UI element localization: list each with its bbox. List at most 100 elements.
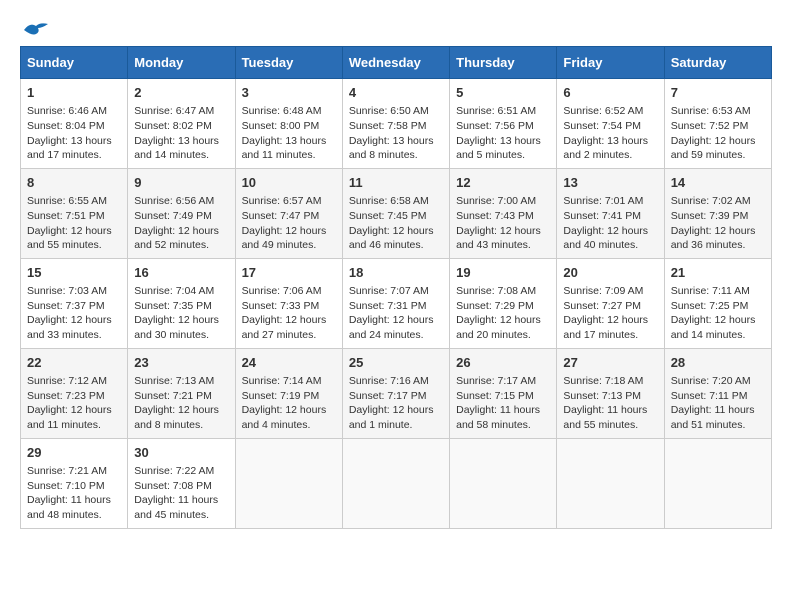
day-number: 9 [134, 174, 228, 192]
day-info: Sunrise: 7:11 AM Sunset: 7:25 PM Dayligh… [671, 284, 765, 343]
day-info: Sunrise: 7:16 AM Sunset: 7:17 PM Dayligh… [349, 374, 443, 433]
day-number: 13 [563, 174, 657, 192]
logo [20, 20, 50, 36]
day-cell: 2 Sunrise: 6:47 AM Sunset: 8:02 PM Daylig… [128, 79, 235, 169]
day-number: 26 [456, 354, 550, 372]
day-cell: 14 Sunrise: 7:02 AM Sunset: 7:39 PM Dayli… [664, 168, 771, 258]
col-header-saturday: Saturday [664, 47, 771, 79]
day-cell: 23 Sunrise: 7:13 AM Sunset: 7:21 PM Dayli… [128, 348, 235, 438]
day-cell: 30 Sunrise: 7:22 AM Sunset: 7:08 PM Dayli… [128, 438, 235, 528]
day-number: 2 [134, 84, 228, 102]
day-number: 14 [671, 174, 765, 192]
calendar-body: 1 Sunrise: 6:46 AM Sunset: 8:04 PM Daylig… [21, 79, 772, 529]
day-number: 18 [349, 264, 443, 282]
day-number: 8 [27, 174, 121, 192]
day-info: Sunrise: 6:58 AM Sunset: 7:45 PM Dayligh… [349, 194, 443, 253]
day-info: Sunrise: 7:18 AM Sunset: 7:13 PM Dayligh… [563, 374, 657, 433]
col-header-sunday: Sunday [21, 47, 128, 79]
day-cell: 8 Sunrise: 6:55 AM Sunset: 7:51 PM Daylig… [21, 168, 128, 258]
day-number: 7 [671, 84, 765, 102]
week-row-4: 22Sunrise: 7:12 AM Sunset: 7:23 PM Dayli… [21, 348, 772, 438]
day-info: Sunrise: 7:01 AM Sunset: 7:41 PM Dayligh… [563, 194, 657, 253]
day-number: 1 [27, 84, 121, 102]
day-info: Sunrise: 7:07 AM Sunset: 7:31 PM Dayligh… [349, 284, 443, 343]
day-cell: 17 Sunrise: 7:06 AM Sunset: 7:33 PM Dayli… [235, 258, 342, 348]
col-header-wednesday: Wednesday [342, 47, 449, 79]
day-cell: 24 Sunrise: 7:14 AM Sunset: 7:19 PM Dayli… [235, 348, 342, 438]
day-info: Sunrise: 6:56 AM Sunset: 7:49 PM Dayligh… [134, 194, 228, 253]
day-cell: 3 Sunrise: 6:48 AM Sunset: 8:00 PM Daylig… [235, 79, 342, 169]
day-number: 16 [134, 264, 228, 282]
day-number: 4 [349, 84, 443, 102]
day-cell [450, 438, 557, 528]
day-number: 5 [456, 84, 550, 102]
day-number: 3 [242, 84, 336, 102]
day-info: Sunrise: 6:46 AM Sunset: 8:04 PM Dayligh… [27, 104, 121, 163]
day-number: 15 [27, 264, 121, 282]
day-info: Sunrise: 7:21 AM Sunset: 7:10 PM Dayligh… [27, 464, 121, 523]
calendar-header: SundayMondayTuesdayWednesdayThursdayFrid… [21, 47, 772, 79]
day-cell: 20 Sunrise: 7:09 AM Sunset: 7:27 PM Dayli… [557, 258, 664, 348]
day-cell: 26 Sunrise: 7:17 AM Sunset: 7:15 PM Dayli… [450, 348, 557, 438]
week-row-1: 1 Sunrise: 6:46 AM Sunset: 8:04 PM Daylig… [21, 79, 772, 169]
day-number: 23 [134, 354, 228, 372]
day-cell: 15 Sunrise: 7:03 AM Sunset: 7:37 PM Dayli… [21, 258, 128, 348]
day-number: 22 [27, 354, 121, 372]
day-cell: 25 Sunrise: 7:16 AM Sunset: 7:17 PM Dayli… [342, 348, 449, 438]
day-cell: 13 Sunrise: 7:01 AM Sunset: 7:41 PM Dayli… [557, 168, 664, 258]
day-cell: 12 Sunrise: 7:00 AM Sunset: 7:43 PM Dayli… [450, 168, 557, 258]
logo-bird-icon [22, 20, 50, 40]
day-number: 6 [563, 84, 657, 102]
day-cell: 7 Sunrise: 6:53 AM Sunset: 7:52 PM Daylig… [664, 79, 771, 169]
day-cell: 1 Sunrise: 6:46 AM Sunset: 8:04 PM Daylig… [21, 79, 128, 169]
day-number: 17 [242, 264, 336, 282]
day-number: 29 [27, 444, 121, 462]
day-cell: 16 Sunrise: 7:04 AM Sunset: 7:35 PM Dayli… [128, 258, 235, 348]
day-info: Sunrise: 6:50 AM Sunset: 7:58 PM Dayligh… [349, 104, 443, 163]
day-cell: 5 Sunrise: 6:51 AM Sunset: 7:56 PM Daylig… [450, 79, 557, 169]
day-cell: 21 Sunrise: 7:11 AM Sunset: 7:25 PM Dayli… [664, 258, 771, 348]
day-info: Sunrise: 7:17 AM Sunset: 7:15 PM Dayligh… [456, 374, 550, 433]
day-info: Sunrise: 6:55 AM Sunset: 7:51 PM Dayligh… [27, 194, 121, 253]
day-info: Sunrise: 7:03 AM Sunset: 7:37 PM Dayligh… [27, 284, 121, 343]
day-cell: 9 Sunrise: 6:56 AM Sunset: 7:49 PM Daylig… [128, 168, 235, 258]
day-number: 12 [456, 174, 550, 192]
week-row-5: 29 Sunrise: 7:21 AM Sunset: 7:10 PM Dayli… [21, 438, 772, 528]
day-cell: 28Sunrise: 7:20 AM Sunset: 7:11 PM Dayli… [664, 348, 771, 438]
col-header-friday: Friday [557, 47, 664, 79]
day-number: 11 [349, 174, 443, 192]
day-cell [342, 438, 449, 528]
day-cell: 4 Sunrise: 6:50 AM Sunset: 7:58 PM Daylig… [342, 79, 449, 169]
day-cell: 18 Sunrise: 7:07 AM Sunset: 7:31 PM Dayli… [342, 258, 449, 348]
day-info: Sunrise: 7:13 AM Sunset: 7:21 PM Dayligh… [134, 374, 228, 433]
day-info: Sunrise: 7:22 AM Sunset: 7:08 PM Dayligh… [134, 464, 228, 523]
col-header-thursday: Thursday [450, 47, 557, 79]
day-info: Sunrise: 7:14 AM Sunset: 7:19 PM Dayligh… [242, 374, 336, 433]
day-info: Sunrise: 7:06 AM Sunset: 7:33 PM Dayligh… [242, 284, 336, 343]
day-info: Sunrise: 6:48 AM Sunset: 8:00 PM Dayligh… [242, 104, 336, 163]
day-info: Sunrise: 6:52 AM Sunset: 7:54 PM Dayligh… [563, 104, 657, 163]
day-number: 27 [563, 354, 657, 372]
day-info: Sunrise: 7:04 AM Sunset: 7:35 PM Dayligh… [134, 284, 228, 343]
day-number: 25 [349, 354, 443, 372]
day-info: Sunrise: 6:47 AM Sunset: 8:02 PM Dayligh… [134, 104, 228, 163]
day-info: Sunrise: 7:09 AM Sunset: 7:27 PM Dayligh… [563, 284, 657, 343]
day-info: Sunrise: 7:02 AM Sunset: 7:39 PM Dayligh… [671, 194, 765, 253]
col-header-monday: Monday [128, 47, 235, 79]
day-number: 30 [134, 444, 228, 462]
day-cell: 19Sunrise: 7:08 AM Sunset: 7:29 PM Dayli… [450, 258, 557, 348]
day-info: Sunrise: 6:53 AM Sunset: 7:52 PM Dayligh… [671, 104, 765, 163]
day-cell: 11 Sunrise: 6:58 AM Sunset: 7:45 PM Dayli… [342, 168, 449, 258]
day-number: 21 [671, 264, 765, 282]
header-row: SundayMondayTuesdayWednesdayThursdayFrid… [21, 47, 772, 79]
day-number: 20 [563, 264, 657, 282]
day-number: 10 [242, 174, 336, 192]
day-cell: 6 Sunrise: 6:52 AM Sunset: 7:54 PM Daylig… [557, 79, 664, 169]
day-info: Sunrise: 7:08 AM Sunset: 7:29 PM Dayligh… [456, 284, 550, 343]
day-info: Sunrise: 7:00 AM Sunset: 7:43 PM Dayligh… [456, 194, 550, 253]
day-cell: 22Sunrise: 7:12 AM Sunset: 7:23 PM Dayli… [21, 348, 128, 438]
day-info: Sunrise: 6:51 AM Sunset: 7:56 PM Dayligh… [456, 104, 550, 163]
day-cell: 27 Sunrise: 7:18 AM Sunset: 7:13 PM Dayli… [557, 348, 664, 438]
day-number: 24 [242, 354, 336, 372]
col-header-tuesday: Tuesday [235, 47, 342, 79]
